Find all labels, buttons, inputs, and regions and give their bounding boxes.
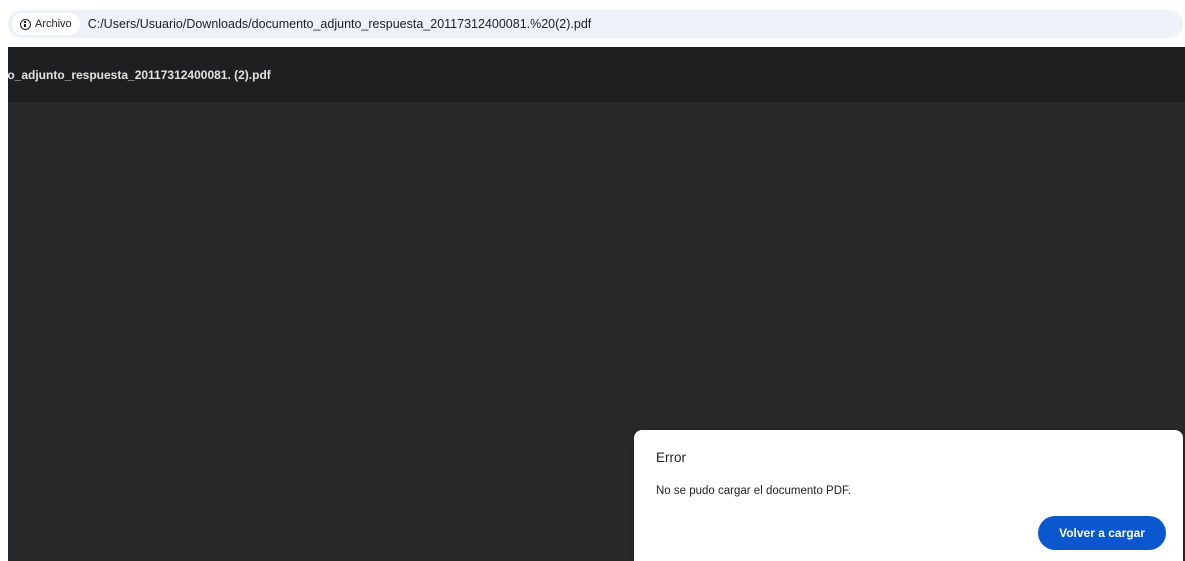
reload-button[interactable]: Volver a cargar <box>1038 516 1166 550</box>
document-title: ito_adjunto_respuesta_20117312400081. (2… <box>8 67 271 82</box>
address-bar[interactable]: Archivo C:/Users/Usuario/Downloads/docum… <box>8 10 1183 38</box>
error-message: No se pudo cargar el documento PDF. <box>656 485 851 497</box>
site-info-chip[interactable]: Archivo <box>12 13 80 35</box>
site-info-label: Archivo <box>35 18 72 30</box>
error-dialog: Error No se pudo cargar el documento PDF… <box>634 430 1183 561</box>
error-title: Error <box>656 450 686 465</box>
info-icon <box>20 18 31 30</box>
pdf-toolbar: ito_adjunto_respuesta_20117312400081. (2… <box>8 47 1185 102</box>
url-text[interactable]: C:/Users/Usuario/Downloads/documento_adj… <box>88 17 592 31</box>
browser-window: Archivo C:/Users/Usuario/Downloads/docum… <box>0 0 1185 561</box>
